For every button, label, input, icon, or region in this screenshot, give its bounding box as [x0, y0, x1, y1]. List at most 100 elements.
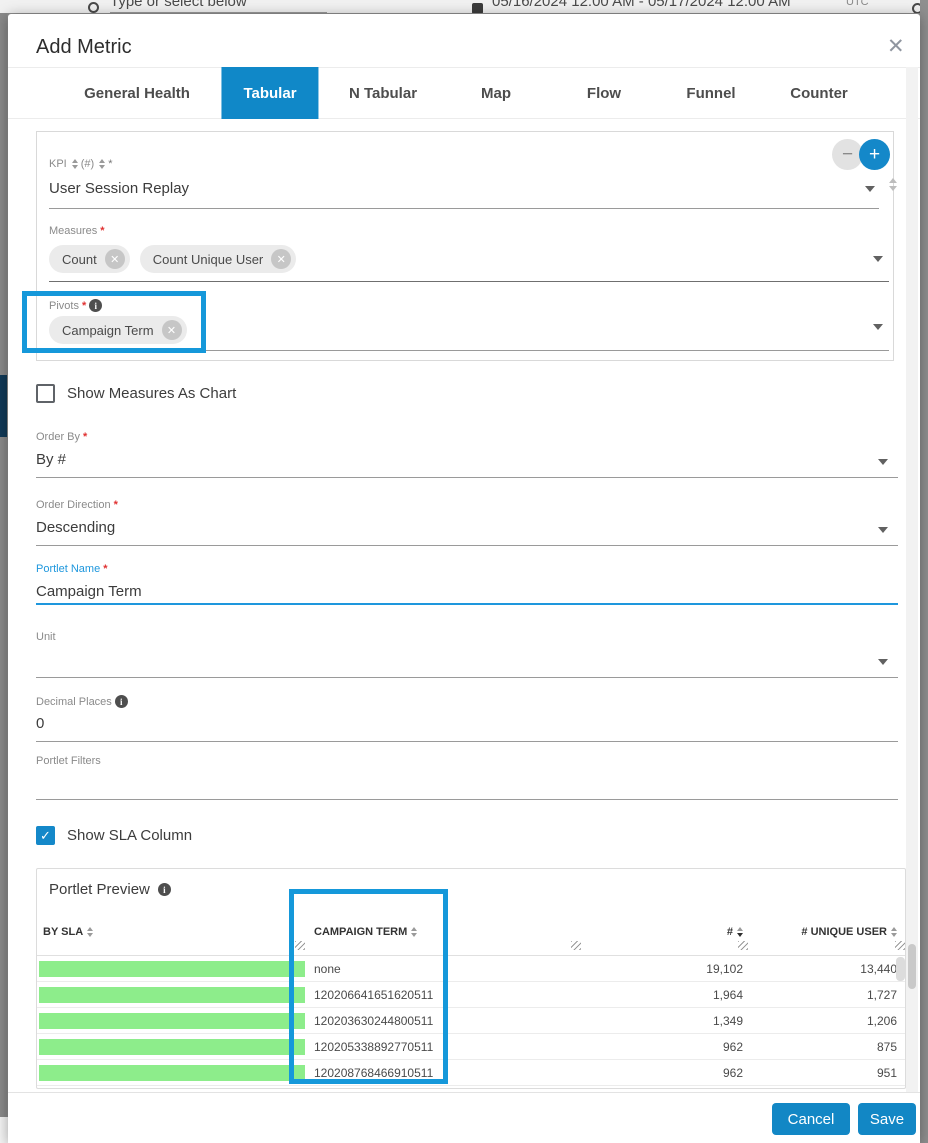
required-asterisk: * — [82, 300, 86, 312]
sla-bar — [39, 1065, 305, 1081]
info-icon[interactable]: i — [89, 299, 102, 312]
tab-general-health[interactable]: General Health — [84, 67, 190, 119]
pivots-label: Pivots* i — [49, 299, 102, 312]
remove-chip-icon[interactable]: ✕ — [271, 249, 291, 269]
checkbox-unchecked[interactable] — [36, 384, 55, 403]
chevron-down-icon[interactable] — [865, 186, 875, 192]
chevron-down-icon[interactable] — [878, 659, 888, 665]
tab-n-tabular[interactable]: N Tabular — [349, 67, 417, 119]
add-kpi-button[interactable]: + — [859, 139, 890, 170]
chip-label: Campaign Term — [62, 323, 154, 338]
chevron-down-icon[interactable] — [873, 324, 883, 330]
portlet-name-field[interactable]: Portlet Name* Campaign Term — [36, 563, 898, 605]
count-cell: 1,349 — [584, 1014, 751, 1028]
count-cell: 962 — [584, 1066, 751, 1080]
column-header-campaign-term[interactable]: CAMPAIGN TERM — [309, 926, 584, 938]
background-page-strip: Type or select below 05/16/2024 12:00 AM… — [0, 0, 920, 13]
measure-chip: Count Unique User ✕ — [140, 245, 297, 273]
sort-icon[interactable] — [72, 159, 78, 169]
order-by-field[interactable]: Order By* By # — [36, 431, 898, 478]
background-sidebar-fragment — [0, 375, 7, 437]
sort-icon[interactable] — [891, 927, 897, 937]
field-underline — [49, 350, 889, 351]
portlet-name-input[interactable]: Campaign Term — [36, 583, 142, 600]
tab-map[interactable]: Map — [481, 67, 511, 119]
sla-bar — [39, 961, 305, 977]
sla-cell — [37, 1039, 309, 1055]
cancel-button[interactable]: Cancel — [772, 1103, 850, 1135]
column-resize-handle[interactable] — [895, 941, 905, 950]
background-select-field: Type or select below — [110, 0, 327, 13]
unit-field[interactable]: Unit — [36, 631, 898, 678]
tab-flow[interactable]: Flow — [587, 67, 621, 119]
term-cell: 120208768466910511 — [309, 1066, 584, 1080]
chevron-down-icon[interactable] — [873, 256, 883, 262]
portlet-filters-field[interactable]: Portlet Filters — [36, 755, 898, 800]
decimal-places-input[interactable]: 0 — [36, 715, 44, 732]
info-glyph: i — [163, 885, 166, 895]
term-cell: 120203630244800511 — [309, 1014, 584, 1028]
info-icon[interactable]: i — [115, 695, 128, 708]
table-row: 120208768466910511 962 951 — [37, 1060, 905, 1086]
search-icon — [88, 2, 99, 13]
column-header-unique-user[interactable]: # UNIQUE USER — [751, 926, 905, 938]
kpi-label-hash: (#) — [81, 158, 94, 170]
timezone-label: UTC — [846, 0, 869, 13]
sort-icon[interactable] — [411, 927, 417, 937]
tab-counter[interactable]: Counter — [790, 67, 848, 119]
order-by-label: Order By* — [36, 431, 87, 443]
column-resize-handle[interactable] — [571, 941, 581, 950]
portlet-preview-title: Portlet Preview i — [49, 881, 171, 898]
sla-cell — [37, 1013, 309, 1029]
pivots-chips: Campaign Term ✕ — [49, 316, 187, 344]
add-metric-dialog: Add Metric ✕ General Health Tabular N Ta… — [8, 14, 920, 1143]
kpi-label-text: KPI — [49, 158, 67, 170]
tab-tabular[interactable]: Tabular — [221, 67, 318, 119]
preview-table-header: BY SLA CAMPAIGN TERM # # UNIQUE USER — [37, 909, 905, 956]
stepper-icon[interactable] — [889, 178, 897, 191]
show-measures-as-chart-row: Show Measures As Chart — [36, 384, 236, 403]
chevron-down-icon[interactable] — [878, 527, 888, 533]
order-direction-label: Order Direction* — [36, 499, 118, 511]
close-icon[interactable]: ✕ — [887, 34, 905, 59]
kpi-group: KPI (#) * User Session Replay Measures* … — [36, 131, 894, 361]
kpi-select-value[interactable]: User Session Replay — [49, 180, 189, 197]
save-button[interactable]: Save — [858, 1103, 916, 1135]
order-direction-field[interactable]: Order Direction* Descending — [36, 499, 898, 546]
remove-chip-icon[interactable]: ✕ — [162, 320, 182, 340]
column-resize-handle[interactable] — [738, 941, 748, 950]
decimal-places-label: Decimal Places i — [36, 695, 128, 708]
screen: Type or select below 05/16/2024 12:00 AM… — [0, 0, 928, 1143]
decimal-places-field[interactable]: Decimal Places i 0 — [36, 695, 898, 742]
sort-icon[interactable] — [99, 159, 105, 169]
measures-label-text: Measures — [49, 225, 97, 237]
checkbox-checked[interactable]: ✓ — [36, 826, 55, 845]
checkbox-label: Show Measures As Chart — [67, 385, 236, 402]
table-scrollbar-thumb[interactable] — [896, 957, 905, 981]
table-row: 120203630244800511 1,349 1,206 — [37, 1008, 905, 1034]
background-bottom-fragment — [0, 1117, 8, 1143]
chevron-down-icon[interactable] — [878, 459, 888, 465]
term-cell: none — [309, 962, 584, 976]
sort-desc-icon[interactable] — [737, 927, 743, 937]
measure-chip: Count ✕ — [49, 245, 130, 273]
unique-cell: 875 — [751, 1040, 905, 1054]
pivot-chip: Campaign Term ✕ — [49, 316, 187, 344]
table-row: 120205338892770511 962 875 — [37, 1034, 905, 1060]
column-header-by-sla[interactable]: BY SLA — [37, 926, 309, 938]
term-cell: 120205338892770511 — [309, 1040, 584, 1054]
modal-scrollbar-track[interactable] — [906, 67, 918, 1092]
metric-type-tabs: General Health Tabular N Tabular Map Flo… — [8, 67, 920, 119]
order-direction-value: Descending — [36, 519, 115, 536]
remove-chip-icon[interactable]: ✕ — [105, 249, 125, 269]
field-underline — [49, 208, 879, 209]
portlet-name-label: Portlet Name* — [36, 563, 107, 575]
info-icon[interactable]: i — [158, 883, 171, 896]
unique-cell: 1,206 — [751, 1014, 905, 1028]
tab-funnel[interactable]: Funnel — [686, 67, 735, 119]
modal-scrollbar-thumb[interactable] — [908, 944, 916, 989]
column-resize-handle[interactable] — [295, 941, 305, 950]
sort-icon[interactable] — [87, 927, 93, 937]
kpi-label: KPI (#) * — [49, 158, 112, 170]
column-header-count[interactable]: # — [584, 926, 751, 938]
